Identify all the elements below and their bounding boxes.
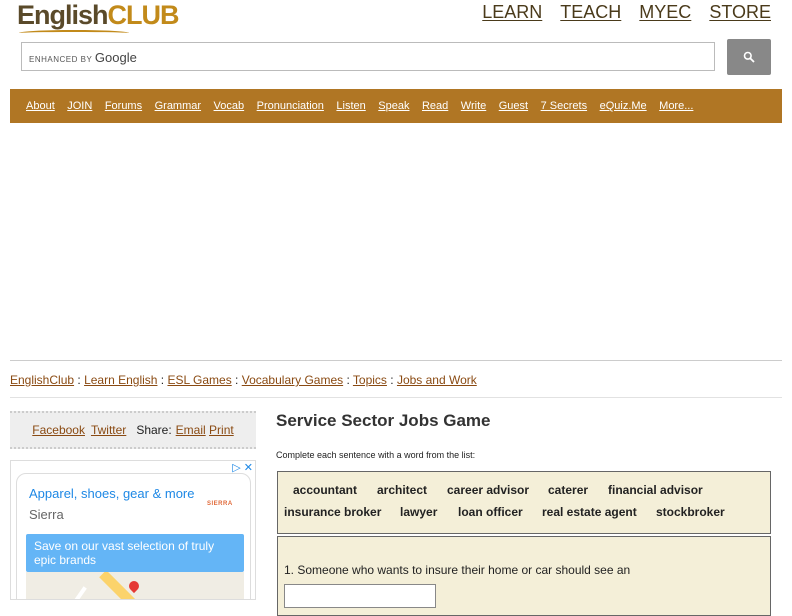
nav-join[interactable]: JOIN	[67, 100, 92, 112]
word-bank: accountant architect career advisor cate…	[277, 471, 771, 534]
question-box: 1. Someone who wants to insure their hom…	[277, 536, 771, 616]
main-nav: About JOIN Forums Grammar Vocab Pronunci…	[10, 89, 782, 123]
topnav-teach[interactable]: TEACH	[560, 2, 621, 23]
page-title: Service Sector Jobs Game	[276, 411, 491, 430]
nav-grammar[interactable]: Grammar	[155, 100, 201, 112]
question-1-text: 1. Someone who wants to insure their hom…	[284, 563, 631, 577]
search-input[interactable]: ENHANCED BY Google	[21, 42, 715, 71]
ad-map[interactable]	[26, 572, 244, 599]
word-bank-item: insurance broker	[284, 505, 382, 519]
word-bank-item: accountant	[293, 483, 358, 497]
ad-title[interactable]: Apparel, shoes, gear & more	[29, 486, 194, 501]
share-twitter-link[interactable]: Twitter	[91, 423, 126, 437]
breadcrumb: EnglishClub : Learn English : ESL Games …	[10, 373, 477, 387]
divider	[10, 360, 782, 361]
word-bank-item: financial advisor	[608, 483, 703, 497]
logo-swoosh	[19, 30, 129, 36]
close-icon[interactable]: ✕	[244, 462, 253, 474]
breadcrumb-vocabulary-games[interactable]: Vocabulary Games	[242, 373, 343, 387]
share-email-link[interactable]: Email	[176, 423, 206, 437]
site-header: EnglishCLUB LEARN TEACH MYEC STORE ENHAN…	[0, 0, 792, 88]
share-facebook-link[interactable]: Facebook	[32, 423, 85, 437]
ad-brand: Sierra	[29, 507, 64, 522]
topnav-store[interactable]: STORE	[709, 2, 771, 23]
nav-write[interactable]: Write	[461, 100, 486, 112]
ad-card[interactable]: Apparel, shoes, gear & more Sierra SIERR…	[16, 473, 251, 599]
share-email-print: Email Print	[176, 423, 234, 437]
breadcrumb-topics[interactable]: Topics	[353, 373, 387, 387]
nav-guest[interactable]: Guest	[499, 100, 528, 112]
logo-english-text: English	[17, 0, 109, 30]
share-bar: Facebook Twitter Share: Email Print	[10, 411, 256, 449]
topnav-myec[interactable]: MYEC	[639, 2, 691, 23]
top-nav: LEARN TEACH MYEC STORE	[482, 2, 771, 23]
search-placeholder-brand: Google	[94, 50, 137, 65]
word-bank-item: caterer	[548, 483, 589, 497]
word-bank-item: architect	[377, 483, 428, 497]
divider	[10, 397, 782, 398]
nav-speak[interactable]: Speak	[378, 100, 409, 112]
word-bank-item: real estate agent	[542, 505, 637, 519]
ad-banner[interactable]: ▷ ✕ Apparel, shoes, gear & more Sierra S…	[10, 460, 256, 600]
topnav-learn[interactable]: LEARN	[482, 2, 542, 23]
word-bank-item: lawyer	[400, 505, 438, 519]
share-print-link[interactable]: Print	[209, 423, 234, 437]
search-icon	[743, 51, 755, 63]
nav-about[interactable]: About	[26, 100, 55, 112]
nav-listen[interactable]: Listen	[336, 100, 365, 112]
answer-1-input[interactable]	[284, 584, 436, 608]
word-bank-item: loan officer	[458, 505, 523, 519]
word-bank-item: career advisor	[447, 483, 530, 497]
share-label: Share:	[136, 423, 172, 437]
game-instructions: Complete each sentence with a word from …	[276, 450, 476, 460]
nav-read[interactable]: Read	[422, 100, 448, 112]
breadcrumb-englishclub[interactable]: EnglishClub	[10, 373, 74, 387]
word-bank-item: stockbroker	[656, 505, 725, 519]
englishclub-logo[interactable]: EnglishCLUB	[17, 0, 180, 32]
nav-equiz[interactable]: eQuiz.Me	[600, 100, 647, 112]
breadcrumb-jobs-and-work[interactable]: Jobs and Work	[397, 373, 477, 387]
nav-pronunciation[interactable]: Pronunciation	[257, 100, 324, 112]
map-pin-icon	[126, 578, 142, 594]
logo-club-text: CLUB	[107, 0, 180, 30]
nav-7-secrets[interactable]: 7 Secrets	[541, 100, 587, 112]
search-button[interactable]	[727, 39, 771, 75]
nav-more[interactable]: More...	[659, 100, 693, 112]
nav-vocab[interactable]: Vocab	[214, 100, 245, 112]
search-placeholder-prefix: ENHANCED BY	[29, 55, 93, 64]
nav-forums[interactable]: Forums	[105, 100, 142, 112]
ad-promo[interactable]: Save on our vast selection of truly epic…	[26, 534, 244, 572]
map-road	[49, 586, 87, 599]
search-placeholder: ENHANCED BY Google	[29, 50, 137, 65]
breadcrumb-learn-english[interactable]: Learn English	[84, 373, 157, 387]
breadcrumb-esl-games[interactable]: ESL Games	[167, 373, 231, 387]
ad-brand-logo: SIERRA	[207, 501, 233, 507]
